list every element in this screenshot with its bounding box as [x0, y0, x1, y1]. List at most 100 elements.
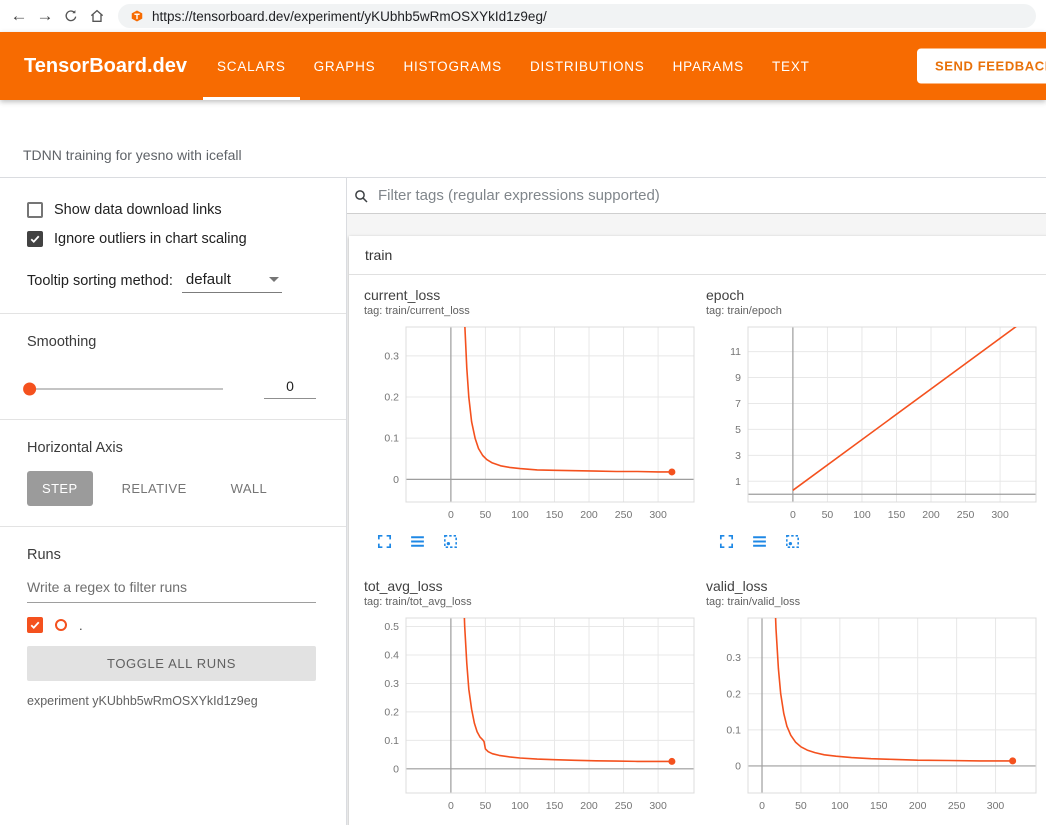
run-color-circle[interactable] [55, 619, 67, 631]
tag-filter-bar [347, 178, 1046, 214]
tab-hparams[interactable]: HPARAMS [659, 32, 758, 100]
url-text[interactable]: https://tensorboard.dev/experiment/yKUbh… [152, 9, 547, 24]
run-name: . [79, 618, 83, 633]
y-tick-label: 1 [735, 476, 741, 488]
slider-thumb[interactable] [23, 382, 36, 395]
line-chart[interactable]: 00.10.20.3050100150200250300 [706, 613, 1040, 819]
x-tick-label: 0 [448, 509, 454, 521]
run-row[interactable]: . [27, 617, 316, 633]
series-end-dot [668, 468, 675, 475]
line-chart[interactable]: 1357911050100150200250300 [706, 322, 1040, 528]
axis-button-step[interactable]: STEP [27, 471, 93, 506]
chart-title: epoch [706, 287, 1043, 303]
x-tick-label: 100 [511, 800, 529, 812]
x-tick-label: 200 [580, 509, 598, 521]
series-end-dot [668, 758, 675, 765]
chart-title: tot_avg_loss [364, 578, 701, 594]
line-chart[interactable]: 00.10.20.30.40.5050100150200250300 [364, 613, 698, 819]
browser-toolbar: ← → https://tensorboard.dev/experiment/y… [0, 0, 1046, 32]
checkbox-label: Ignore outliers in chart scaling [54, 231, 247, 247]
y-tick-label: 0.1 [384, 735, 399, 747]
checkbox-row[interactable]: Ignore outliers in chart scaling [27, 231, 316, 247]
chart-tag-subtitle: tag: train/tot_avg_loss [364, 596, 701, 608]
fit-domain-icon[interactable] [442, 533, 459, 550]
y-tick-label: 0.2 [726, 688, 741, 700]
axis-button-relative[interactable]: RELATIVE [107, 471, 202, 506]
y-tick-label: 0 [735, 760, 741, 772]
tooltip-sorting-dropdown[interactable]: default [182, 269, 282, 293]
fit-domain-icon[interactable] [784, 533, 801, 550]
send-feedback-button[interactable]: SEND FEEDBACK [917, 49, 1046, 84]
tab-graphs[interactable]: GRAPHS [300, 32, 390, 100]
x-tick-label: 250 [957, 509, 975, 521]
fullscreen-icon[interactable] [718, 533, 735, 550]
x-tick-label: 200 [580, 800, 598, 812]
tab-histograms[interactable]: HISTOGRAMS [389, 32, 516, 100]
plot-border [406, 618, 694, 793]
sidebar-divider [0, 313, 346, 314]
x-tick-label: 200 [909, 800, 927, 812]
y-tick-label: 0.5 [384, 621, 399, 633]
y-tick-label: 0.4 [384, 649, 399, 661]
x-tick-label: 250 [615, 800, 633, 812]
x-tick-label: 0 [790, 509, 796, 521]
chevron-down-icon [269, 277, 279, 282]
line-chart[interactable]: 00.10.20.3050100150200250300 [364, 322, 698, 528]
experiment-title: TDNN training for yesno with icefall [23, 147, 242, 163]
dropdown-value: default [186, 271, 231, 288]
tab-text[interactable]: TEXT [758, 32, 824, 100]
y-tick-label: 5 [735, 424, 741, 436]
chart-tag-subtitle: tag: train/current_loss [364, 305, 701, 317]
smoothing-slider-row: 0 [27, 378, 316, 399]
x-tick-label: 100 [831, 800, 849, 812]
runs-filter-input[interactable] [27, 573, 316, 603]
smoothing-value[interactable]: 0 [264, 378, 316, 399]
checkbox-unchecked[interactable] [27, 202, 43, 218]
search-icon [353, 188, 369, 204]
x-tick-label: 300 [991, 509, 1009, 521]
plot-border [748, 618, 1036, 793]
nav-tabs: SCALARSGRAPHSHISTOGRAMSDISTRIBUTIONSHPAR… [203, 32, 824, 100]
y-tick-label: 3 [735, 450, 741, 462]
x-tick-label: 150 [546, 509, 564, 521]
axis-buttons: STEP RELATIVE WALL [27, 471, 316, 506]
x-tick-label: 100 [511, 509, 529, 521]
x-tick-label: 0 [759, 800, 765, 812]
tab-distributions[interactable]: DISTRIBUTIONS [516, 32, 659, 100]
x-tick-label: 150 [870, 800, 888, 812]
site-favicon [130, 9, 144, 23]
reload-icon[interactable] [58, 8, 84, 24]
back-icon[interactable]: ← [6, 6, 32, 26]
toggle-all-runs-button[interactable]: TOGGLE ALL RUNS [27, 646, 316, 681]
y-tick-label: 11 [730, 346, 741, 358]
address-bar[interactable]: https://tensorboard.dev/experiment/yKUbh… [118, 4, 1036, 28]
home-icon[interactable] [84, 8, 110, 24]
horizontal-axis-label: Horizontal Axis [27, 440, 316, 456]
run-checkbox[interactable] [27, 617, 43, 633]
checkbox-row[interactable]: Show data download links [27, 202, 316, 218]
x-tick-label: 150 [546, 800, 564, 812]
tab-scalars[interactable]: SCALARS [203, 32, 300, 100]
y-tick-label: 0 [393, 763, 399, 775]
y-tick-label: 0.3 [726, 652, 741, 664]
x-tick-label: 200 [922, 509, 940, 521]
forward-icon[interactable]: → [32, 6, 58, 26]
tag-filter-input[interactable] [376, 186, 1038, 205]
checkbox-checked[interactable] [27, 231, 43, 247]
data-list-icon[interactable] [751, 533, 768, 550]
fullscreen-icon[interactable] [376, 533, 393, 550]
plot-border [748, 327, 1036, 502]
checkbox-list: Show data download links Ignore outliers … [27, 202, 316, 247]
group-header-train[interactable]: train [349, 236, 1046, 275]
smoothing-slider[interactable] [27, 388, 223, 390]
axis-button-wall[interactable]: WALL [216, 471, 283, 506]
chart-card-current_loss: current_losstag: train/current_loss00.10… [364, 277, 701, 550]
y-tick-label: 0 [393, 474, 399, 486]
runs-label: Runs [27, 547, 316, 563]
x-tick-label: 50 [480, 800, 492, 812]
y-tick-label: 0.2 [384, 706, 399, 718]
tooltip-sorting-label: Tooltip sorting method: [27, 273, 173, 289]
data-list-icon[interactable] [409, 533, 426, 550]
app-logo[interactable]: TensorBoard.dev [24, 55, 187, 78]
x-tick-label: 250 [615, 509, 633, 521]
